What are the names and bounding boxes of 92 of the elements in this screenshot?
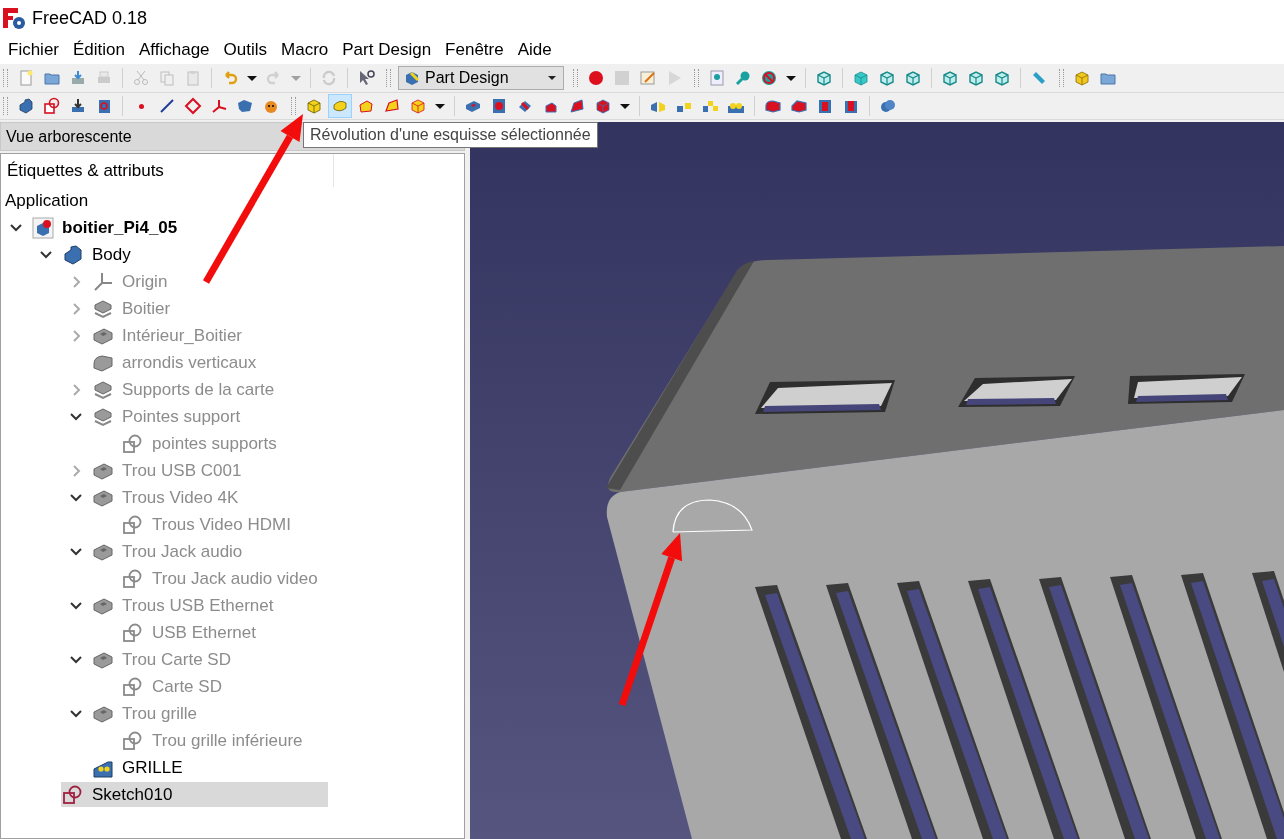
sketch-icon: [122, 729, 144, 752]
subtractive-pipe-icon: [568, 97, 586, 115]
menu-item[interactable]: Édition: [66, 40, 132, 60]
bottom-view-icon: [967, 69, 985, 87]
workbench-dropdown[interactable]: Part Design: [398, 66, 564, 90]
isometric-view-icon: [815, 69, 833, 87]
tree-item[interactable]: Trou grille inférieure: [121, 728, 328, 753]
chamfer-icon: [790, 97, 808, 115]
fillet-icon: [764, 97, 782, 115]
datum-plane-icon: [184, 97, 202, 115]
caret-icon: [620, 103, 630, 109]
tree-item[interactable]: Trous USB Ethernet: [91, 593, 328, 618]
tree-item[interactable]: Body: [61, 242, 328, 267]
tree-item[interactable]: Origin: [91, 269, 328, 294]
tree-item[interactable]: Trou Jack audio: [91, 539, 328, 564]
tree-item[interactable]: arrondis verticaux: [91, 350, 328, 375]
menu-item[interactable]: Outils: [216, 40, 275, 60]
datum-point-icon: [138, 103, 144, 109]
fit-all-icon: [708, 69, 726, 87]
part-design-icon: [403, 69, 421, 87]
copy-icon: [158, 69, 176, 87]
record-macro-icon: [587, 69, 605, 87]
body-icon: [62, 243, 84, 266]
caret-icon: [435, 103, 445, 109]
menu-item[interactable]: Fenêtre: [438, 40, 511, 60]
tree-item[interactable]: Boitier: [91, 296, 328, 321]
boolean-icon: [879, 97, 897, 115]
rear-view-icon: [941, 69, 959, 87]
top-view-icon: [878, 69, 896, 87]
caret-icon: [547, 73, 557, 83]
pad-icon: [305, 97, 323, 115]
tree-item[interactable]: Trou Jack audio video: [121, 566, 328, 591]
tree-item[interactable]: boitier_Pi4_05: [31, 215, 328, 240]
axes-icon: [92, 270, 114, 293]
paste-icon: [184, 69, 202, 87]
draw-style-icon: [760, 69, 778, 87]
caret-icon: [247, 75, 257, 81]
subtractive-primitive-icon: [594, 97, 612, 115]
tree-item[interactable]: Supports de la carte: [91, 377, 328, 402]
sketch-icon: [43, 97, 61, 115]
menu-item[interactable]: Aide: [510, 40, 559, 60]
tree-item[interactable]: Intérieur_Boitier: [91, 323, 328, 348]
tree-item[interactable]: Trou grille: [91, 701, 328, 726]
sketch-icon: [122, 567, 144, 590]
save-icon: [69, 69, 87, 87]
tree-item[interactable]: Carte SD: [121, 674, 328, 699]
tree-item[interactable]: Pointes support: [91, 404, 328, 429]
window-title: FreeCAD 0.18: [32, 7, 148, 29]
tree-item[interactable]: Trous Video 4K: [91, 485, 328, 510]
tree-item[interactable]: USB Ethernet: [121, 620, 328, 645]
part-icon: [1073, 69, 1091, 87]
stop-macro-icon: [613, 69, 631, 87]
sketch-icon: [122, 432, 144, 455]
menu-item[interactable]: Macro: [274, 40, 336, 60]
column-header[interactable]: Étiquettes & attributs: [1, 154, 334, 187]
menu-item[interactable]: Affichage: [132, 40, 217, 60]
sketch-icon: [122, 621, 144, 644]
tree-item[interactable]: Trou Carte SD: [91, 647, 328, 672]
shape-binder-icon: [236, 97, 254, 115]
new-document-icon: [17, 69, 35, 87]
revolution-button[interactable]: [328, 94, 352, 118]
tree-item[interactable]: Sketch010: [61, 782, 328, 807]
import-icon: [69, 97, 87, 115]
right-view-icon: [904, 69, 922, 87]
whats-this-icon: [357, 69, 375, 87]
datum-line-icon: [158, 97, 176, 115]
tree-item[interactable]: Trou USB C001: [91, 458, 328, 483]
tree-item[interactable]: Trous Video HDMI: [121, 512, 328, 537]
sketch-icon: [122, 513, 144, 536]
caret-icon: [786, 75, 796, 81]
draft-icon: [816, 97, 834, 115]
front-view-icon: [852, 69, 870, 87]
tooltip: Révolution d'une esquisse sélectionnée: [303, 122, 598, 148]
tree-item[interactable]: pointes supports: [121, 431, 328, 456]
coordinate-system-icon: [210, 97, 228, 115]
additive-pipe-icon: [383, 97, 401, 115]
left-view-icon: [993, 69, 1011, 87]
caret-icon: [291, 75, 301, 81]
menu-item[interactable]: Part Design: [335, 40, 439, 60]
body-icon: [17, 97, 35, 115]
tree-item[interactable]: GRILLE: [91, 755, 328, 780]
menu-item[interactable]: Fichier: [1, 40, 66, 60]
sketch-icon: [62, 783, 84, 806]
hole-icon: [490, 97, 508, 115]
edit-macro-icon: [639, 69, 657, 87]
additive-primitive-icon: [409, 97, 427, 115]
fit-selection-icon: [734, 69, 752, 87]
cut-icon: [132, 69, 150, 87]
refresh-icon: [320, 69, 338, 87]
sketch-icon: [122, 675, 144, 698]
document-icon: [32, 216, 54, 239]
tree-root-label: Application: [4, 189, 90, 212]
